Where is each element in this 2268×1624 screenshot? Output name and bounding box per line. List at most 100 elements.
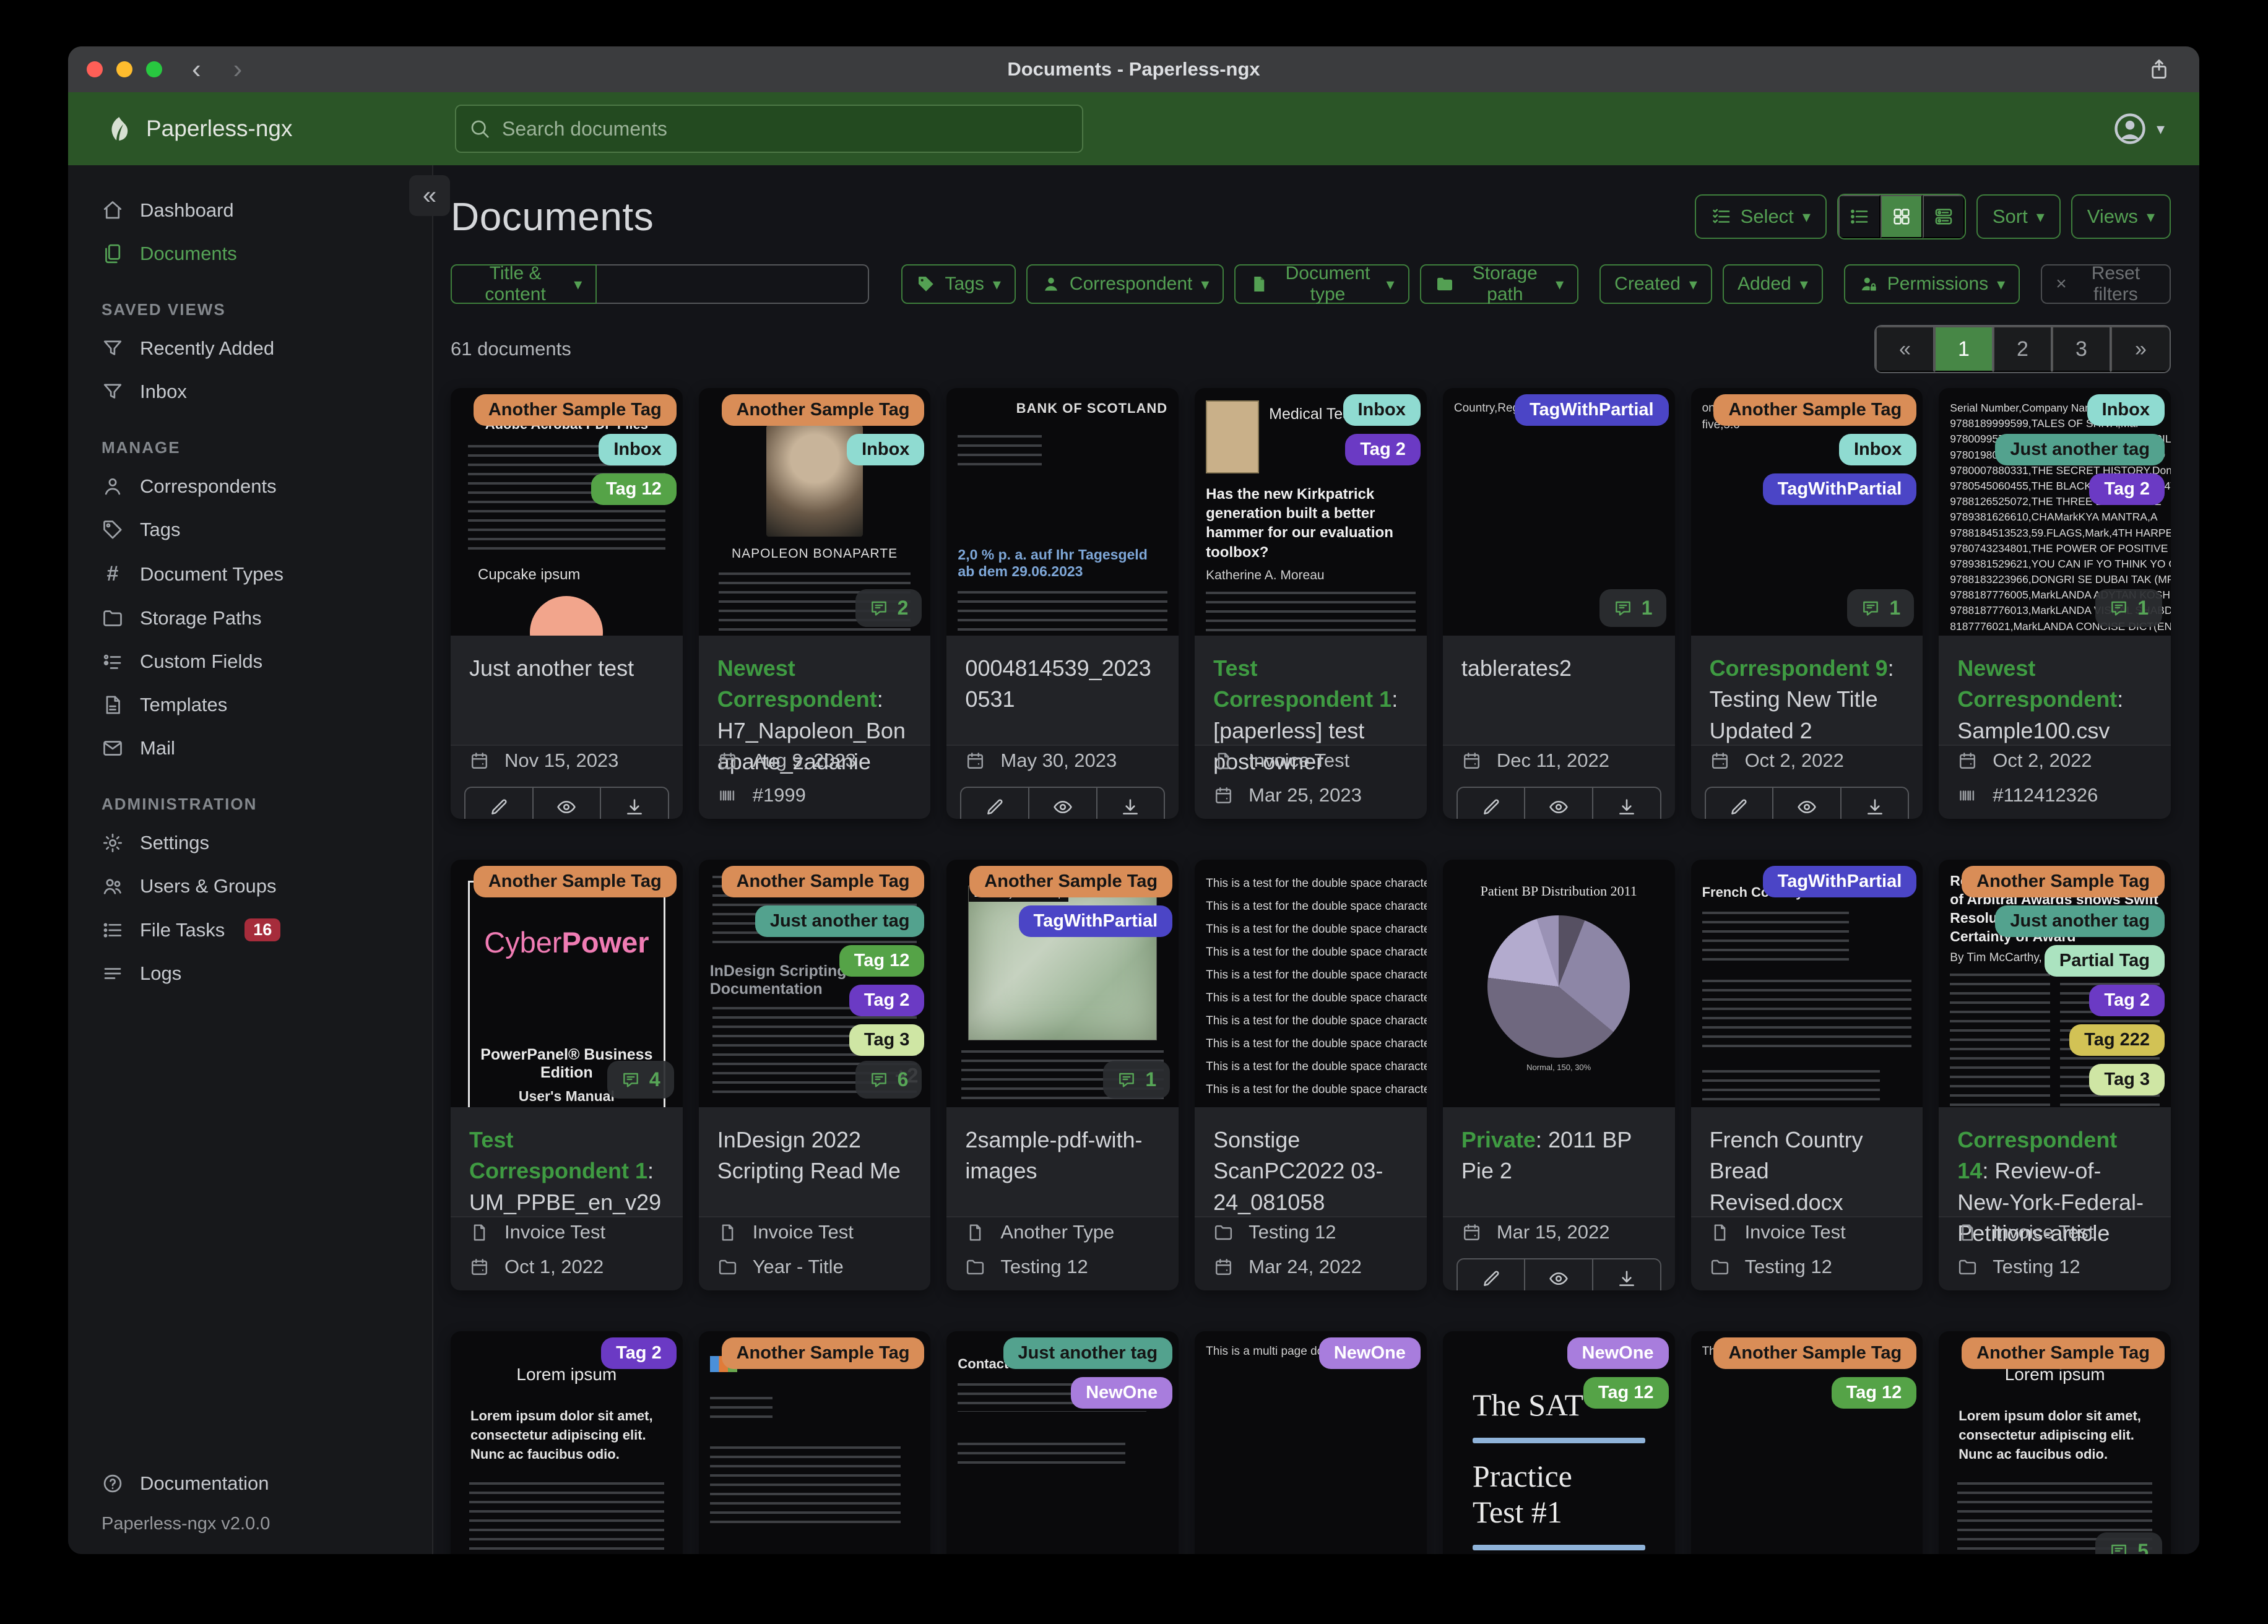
tag-pill[interactable]: Tag 2 [1345, 434, 1421, 465]
document-preview[interactable]: NAPOLEON BONAPARTE Another Sample Tag Inb… [698, 388, 931, 636]
document-card[interactable]: Lorem ipsum Lorem ipsum dolor sit amet, c… [1939, 1331, 2171, 1554]
document-title[interactable]: Just another test [451, 636, 683, 746]
sidebar-item-inbox[interactable]: Inbox [94, 370, 421, 413]
tag-pill[interactable]: Another Sample Tag [969, 866, 1173, 897]
select-button[interactable]: Select ▾ [1694, 194, 1827, 239]
document-preview[interactable]: CyberPower PowerPanel® Business Edition Us… [451, 860, 683, 1107]
sidebar-item-documents[interactable]: Documents [94, 232, 421, 275]
document-correspondent[interactable]: Test Correspondent 1 [1213, 655, 1392, 712]
tag-pill[interactable]: NewOne [1318, 1337, 1421, 1369]
download-document-button[interactable] [601, 788, 668, 819]
document-card[interactable]: Patient BP Distribution 2011 Normal, 150,… [1442, 860, 1675, 1290]
app-brand[interactable]: Paperless-ngx [103, 114, 293, 144]
tag-pill[interactable]: Tag 2 [601, 1337, 677, 1369]
document-preview[interactable]: French Country Bread TagWithPartial [1690, 860, 1923, 1107]
document-card[interactable]: The SATPracticeTest #1Make time to take … [1442, 1331, 1675, 1554]
tag-pill[interactable]: Another Sample Tag [721, 1337, 925, 1369]
notes-badge[interactable]: 6 [855, 1061, 922, 1099]
document-correspondent[interactable]: Private [1461, 1127, 1536, 1152]
document-preview[interactable]: Review ofof Arbitral Awards shows Swift … [1939, 860, 2171, 1107]
document-title[interactable]: 0004814539_20230531 [946, 636, 1179, 746]
download-document-button[interactable] [1097, 788, 1164, 819]
tag-pill[interactable]: Another Sample Tag [1713, 1337, 1917, 1369]
tag-pill[interactable]: Just another tag [1995, 434, 2165, 465]
preview-document-button[interactable] [1773, 788, 1842, 819]
document-preview[interactable]: Contact Sheet Demo Just another tagNewOn… [946, 1331, 1179, 1554]
document-card[interactable]: CyberPower PowerPanel® Business Edition Us… [451, 860, 683, 1290]
document-title[interactable]: InDesign 2022 Scripting Read Me [698, 1107, 931, 1217]
notes-badge[interactable]: 2 [855, 589, 922, 627]
tag-pill[interactable]: Tag 3 [849, 1024, 925, 1056]
edit-document-button[interactable] [961, 788, 1029, 819]
tag-pill[interactable]: Another Sample Tag [1713, 394, 1917, 426]
pagination-button-1[interactable]: 1 [1934, 326, 1993, 372]
document-card[interactable]: Medical Teacher Has the new Kirkpatrick g… [1195, 388, 1427, 819]
sidebar-item-tags[interactable]: Tags [94, 508, 421, 551]
tag-pill[interactable]: Inbox [847, 434, 925, 465]
sidebar-item-settings[interactable]: Settings [94, 821, 421, 865]
reset-filters-button[interactable]: × Reset filters [2041, 263, 2171, 304]
document-title[interactable]: tablerates2 [1442, 636, 1675, 746]
document-correspondent[interactable]: Newest Correspondent [717, 655, 877, 712]
tag-pill[interactable]: Inbox [1343, 394, 1421, 426]
sidebar-item-users-groups[interactable]: Users & Groups [94, 865, 421, 908]
sidebar-item-correspondents[interactable]: Correspondents [94, 465, 421, 508]
document-card[interactable]: This is a test for the double space char… [1195, 860, 1427, 1290]
document-card[interactable]: French Country Bread TagWithPartial Fren… [1690, 860, 1923, 1290]
document-title[interactable]: 2sample-pdf-with-images [946, 1107, 1179, 1217]
sidebar-item-recently-added[interactable]: Recently Added [94, 327, 421, 370]
preview-document-button[interactable] [1525, 788, 1593, 819]
document-preview[interactable]: Adobe Acrobat PDF FilesCupcake ipsum Ano… [451, 388, 683, 636]
document-card[interactable]: Serial Number,Company Name,Employe 978818… [1939, 388, 2171, 819]
document-card[interactable]: Test Name Another Sample Tag [698, 1331, 931, 1554]
document-card[interactable]: Boundary Waters Trip Another Sample TagT… [946, 860, 1179, 1290]
document-title[interactable]: Newest Correspondent: H7_Napoleon_Bonapa… [698, 636, 931, 774]
sidebar-item-document-types[interactable]: # Document Types [94, 551, 421, 597]
document-correspondent[interactable]: Correspondent 9 [1710, 655, 1888, 681]
sidebar-item-mail[interactable]: Mail [94, 727, 421, 770]
preview-document-button[interactable] [1525, 1259, 1593, 1290]
tag-pill[interactable]: Tag 12 [1831, 1377, 1917, 1409]
view-grid-button[interactable] [1880, 195, 1923, 238]
tag-pill[interactable]: TagWithPartial [1762, 866, 1917, 897]
document-title[interactable]: Correspondent 14: Review-of-New-York-Fed… [1939, 1107, 2171, 1246]
search-input[interactable] [502, 117, 1070, 140]
pagination-button-[interactable]: « [1876, 326, 1934, 372]
tag-pill[interactable]: TagWithPartial [1762, 473, 1917, 505]
preview-document-button[interactable] [534, 788, 602, 819]
tag-pill[interactable]: Tag 3 [2089, 1064, 2165, 1095]
document-card[interactable]: NAPOLEON BONAPARTE Another Sample Tag Inb… [698, 388, 931, 819]
tag-pill[interactable]: Another Sample Tag [721, 866, 925, 897]
view-details-button[interactable] [1922, 195, 1965, 238]
document-title[interactable]: Test Correspondent 1: UM_PPBE_en_v29 [451, 1107, 683, 1217]
document-preview[interactable]: Lorem ipsum Lorem ipsum dolor sit amet, c… [1939, 1331, 2171, 1554]
download-document-button[interactable] [1842, 788, 1908, 819]
tag-pill[interactable]: TagWithPartial [1514, 394, 1669, 426]
notes-badge[interactable]: 4 [607, 1061, 674, 1099]
document-preview[interactable]: The SATPracticeTest #1Make time to take … [1442, 1331, 1675, 1554]
notes-badge[interactable]: 5 [2095, 1532, 2162, 1554]
tag-pill[interactable]: Inbox [1838, 434, 1917, 465]
document-card[interactable]: This is a test Another Sample TagTag 12 [1690, 1331, 1923, 1554]
sidebar-item-storage-paths[interactable]: Storage Paths [94, 597, 421, 640]
download-document-button[interactable] [1593, 788, 1660, 819]
tag-pill[interactable]: Tag 12 [839, 945, 925, 977]
filter-correspondent-button[interactable]: Correspondent ▾ [1026, 264, 1224, 304]
tag-pill[interactable]: Another Sample Tag [1962, 866, 2165, 897]
filter-document-type-button[interactable]: Document type ▾ [1234, 263, 1409, 304]
document-title[interactable]: Sonstige ScanPC2022 03-24_081058 [1195, 1107, 1427, 1217]
notes-badge[interactable]: 1 [1103, 1061, 1171, 1099]
tag-pill[interactable]: Tag 2 [849, 985, 925, 1016]
preview-document-button[interactable] [1029, 788, 1097, 819]
document-card[interactable]: Adobe Acrobat PDF FilesCupcake ipsum Ano… [451, 388, 683, 819]
document-title[interactable]: Correspondent 9: Testing New Title Updat… [1690, 636, 1923, 746]
document-title[interactable]: Newest Correspondent: Sample100.csv [1939, 636, 2171, 746]
tag-pill[interactable]: Tag 222 [2069, 1024, 2165, 1056]
tag-pill[interactable]: Just another tag [1003, 1337, 1173, 1369]
tag-pill[interactable]: Just another tag [1995, 905, 2165, 937]
pagination-button-[interactable]: » [2111, 326, 2170, 372]
document-preview[interactable]: Country,Region/State," TagWithPartial 1 [1442, 388, 1675, 636]
document-card[interactable]: This is a multi page document. Page 1. N… [1195, 1331, 1427, 1554]
document-card[interactable]: BANK OF SCOTLAND 2,0 % p. a. auf Ihr Tage… [946, 388, 1179, 819]
document-preview[interactable]: Serial Number,Company Name,Employe 978818… [1939, 388, 2171, 636]
